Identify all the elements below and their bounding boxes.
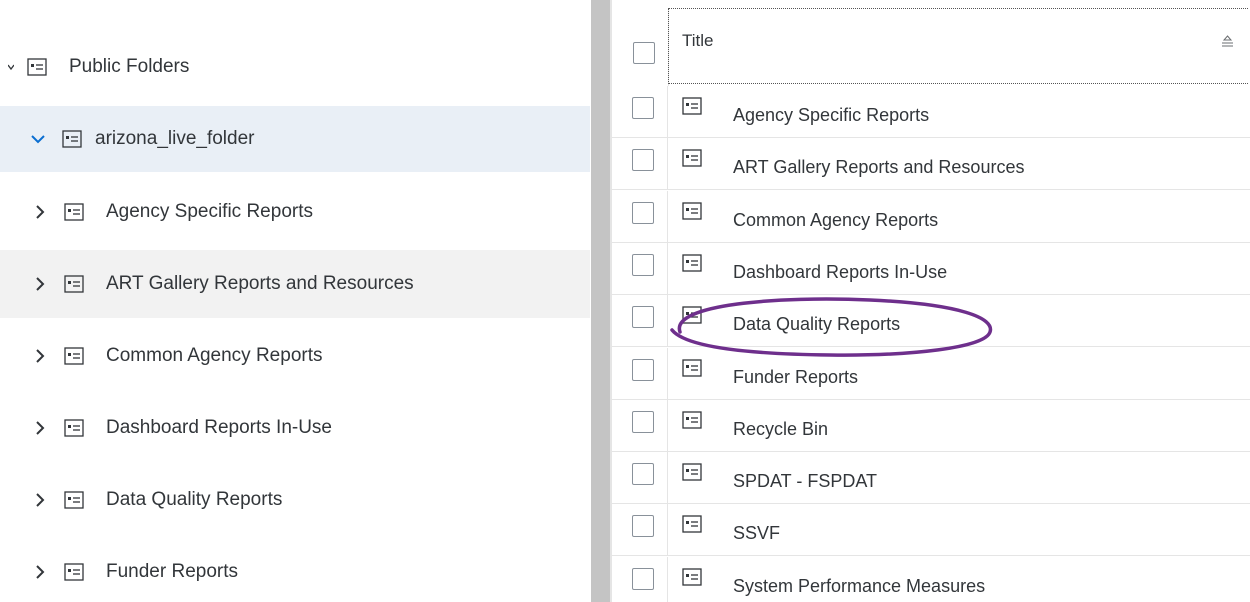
row-checkbox[interactable]: [632, 515, 654, 537]
row-checkbox-cell: [617, 138, 668, 190]
row-checkbox[interactable]: [632, 411, 654, 433]
tree-item-arizona-live-folder[interactable]: arizona_live_folder: [0, 106, 590, 172]
tree-item-agency-specific-reports[interactable]: Agency Specific Reports: [0, 184, 590, 240]
list-row-label[interactable]: Agency Specific Reports: [733, 105, 929, 126]
tree-item-label: Funder Reports: [106, 561, 239, 582]
folder-icon: [682, 568, 702, 586]
tree-item-label: arizona_live_folder: [95, 128, 255, 149]
chevron-right-icon[interactable]: [32, 204, 48, 220]
folder-icon: [64, 275, 84, 293]
folder-icon: [27, 58, 47, 76]
folder-content-list: Title Agency Specific Reports ART Gallery…: [612, 0, 1250, 602]
folder-icon: [682, 515, 702, 533]
list-row-label[interactable]: Funder Reports: [733, 367, 858, 388]
list-row[interactable]: SSVF: [612, 504, 1250, 556]
tree-item-art-gallery-reports[interactable]: ART Gallery Reports and Resources: [0, 250, 590, 318]
list-row[interactable]: Data Quality Reports: [612, 295, 1250, 347]
list-row[interactable]: SPDAT - FSPDAT: [612, 452, 1250, 504]
list-row-label[interactable]: Data Quality Reports: [733, 314, 900, 335]
folder-icon: [682, 306, 702, 324]
list-header: Title: [612, 8, 1250, 86]
header-checkbox-cell: [617, 8, 669, 86]
folder-icon: [64, 419, 84, 437]
row-checkbox-cell: [617, 191, 668, 243]
row-checkbox-cell: [617, 400, 668, 452]
sort-icon[interactable]: [1221, 35, 1234, 47]
chevron-right-icon[interactable]: [32, 348, 48, 364]
column-header-label: Title: [682, 31, 714, 50]
tree-item-common-agency-reports[interactable]: Common Agency Reports: [0, 328, 590, 384]
row-checkbox[interactable]: [632, 254, 654, 276]
row-checkbox[interactable]: [632, 306, 654, 328]
row-checkbox-cell: [617, 348, 668, 400]
folder-icon: [682, 202, 702, 220]
folder-icon: [682, 149, 702, 167]
column-header-title[interactable]: Title: [668, 8, 1248, 84]
row-checkbox-cell: [617, 452, 668, 504]
folder-icon: [64, 203, 84, 221]
row-checkbox-cell: [617, 504, 668, 556]
row-checkbox-cell: [617, 86, 668, 138]
chevron-down-icon[interactable]: [7, 59, 15, 75]
list-row-label[interactable]: Recycle Bin: [733, 419, 828, 440]
folder-icon: [64, 563, 84, 581]
tree-item-dashboard-reports[interactable]: Dashboard Reports In-Use: [0, 400, 590, 456]
row-checkbox-cell: [617, 295, 668, 347]
list-row[interactable]: Dashboard Reports In-Use: [612, 243, 1250, 295]
chevron-down-icon[interactable]: [30, 131, 46, 147]
row-checkbox[interactable]: [632, 149, 654, 171]
select-all-checkbox[interactable]: [633, 42, 655, 64]
chevron-right-icon[interactable]: [32, 564, 48, 580]
row-checkbox[interactable]: [632, 97, 654, 119]
row-checkbox[interactable]: [632, 202, 654, 224]
tree-item-label: Public Folders: [69, 56, 190, 77]
list-row[interactable]: ART Gallery Reports and Resources: [612, 138, 1250, 190]
row-checkbox[interactable]: [632, 568, 654, 590]
tree-item-label: Dashboard Reports In-Use: [106, 417, 332, 438]
row-checkbox-cell: [617, 557, 668, 602]
tree-item-label: Data Quality Reports: [106, 489, 283, 510]
tree-item-data-quality-reports[interactable]: Data Quality Reports: [0, 472, 590, 528]
folder-icon: [682, 254, 702, 272]
pane-splitter[interactable]: [591, 0, 610, 602]
tree-item-public-folders[interactable]: Public Folders: [0, 45, 590, 89]
folder-icon: [64, 347, 84, 365]
chevron-right-icon[interactable]: [32, 276, 48, 292]
list-row-label[interactable]: ART Gallery Reports and Resources: [733, 157, 1024, 178]
list-row-label[interactable]: Dashboard Reports In-Use: [733, 262, 947, 283]
row-checkbox-cell: [617, 243, 668, 295]
folder-icon: [682, 97, 702, 115]
tree-item-label: ART Gallery Reports and Resources: [106, 273, 414, 294]
tree-item-funder-reports[interactable]: Funder Reports: [0, 544, 590, 600]
tree-item-label: Agency Specific Reports: [106, 201, 313, 222]
chevron-right-icon[interactable]: [32, 492, 48, 508]
list-row-label[interactable]: System Performance Measures: [733, 576, 985, 597]
list-row[interactable]: System Performance Measures: [612, 557, 1250, 602]
list-row[interactable]: Funder Reports: [612, 348, 1250, 400]
folder-tree: Public Folders arizona_live_folder Agenc…: [0, 0, 590, 602]
folder-icon: [682, 463, 702, 481]
tree-item-label: Common Agency Reports: [106, 345, 323, 366]
folder-icon: [682, 359, 702, 377]
row-checkbox[interactable]: [632, 463, 654, 485]
row-checkbox[interactable]: [632, 359, 654, 381]
list-row-label[interactable]: SPDAT - FSPDAT: [733, 471, 877, 492]
app-window: Public Folders arizona_live_folder Agenc…: [0, 0, 1250, 602]
folder-icon: [64, 491, 84, 509]
folder-icon: [682, 411, 702, 429]
folder-icon: [62, 130, 82, 148]
list-row-label[interactable]: SSVF: [733, 523, 780, 544]
list-row-label[interactable]: Common Agency Reports: [733, 210, 938, 231]
list-row[interactable]: Agency Specific Reports: [612, 86, 1250, 138]
list-row[interactable]: Recycle Bin: [612, 400, 1250, 452]
chevron-right-icon[interactable]: [32, 420, 48, 436]
list-row[interactable]: Common Agency Reports: [612, 191, 1250, 243]
